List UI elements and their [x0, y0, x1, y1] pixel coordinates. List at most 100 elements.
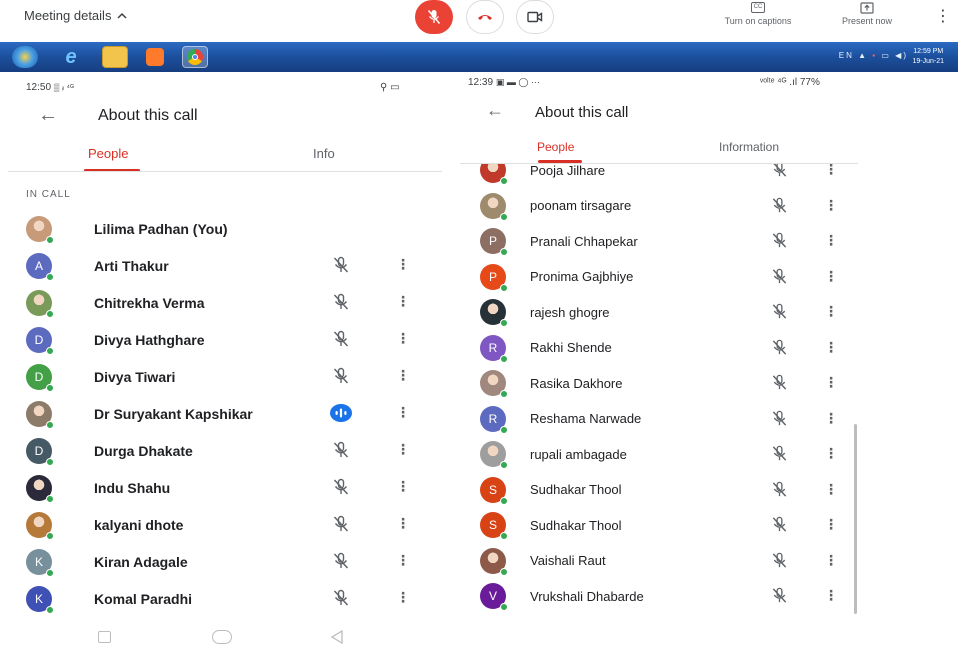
scrollbar-thumb[interactable] [854, 424, 857, 614]
system-tray[interactable]: EN ▲ ▪ ▭ ◀) [839, 51, 908, 60]
online-status-dot [500, 567, 508, 576]
participant-row[interactable]: P Pranali Chhapekar ⋮ [480, 224, 850, 258]
back-arrow-icon[interactable]: ← [486, 100, 504, 121]
participant-row[interactable]: V Vrukshali Dhabarde ⋮ [480, 579, 850, 613]
participant-more-icon[interactable]: ⋮ [396, 330, 410, 347]
online-status-dot [500, 212, 508, 221]
home-icon[interactable] [212, 630, 232, 644]
participant-more-icon[interactable]: ⋮ [396, 293, 410, 310]
participant-avatar: D [26, 363, 54, 392]
back-arrow-icon[interactable]: ← [38, 104, 58, 127]
participant-more-icon[interactable]: ⋮ [396, 589, 410, 606]
internet-explorer-icon[interactable]: e [58, 46, 84, 68]
media-player-icon[interactable] [142, 46, 168, 68]
participant-more-icon[interactable]: ⋮ [396, 478, 410, 495]
mic-muted-icon [773, 164, 787, 177]
participant-more-icon[interactable]: ⋮ [824, 303, 838, 320]
camera-toggle-button[interactable] [516, 0, 554, 34]
participant-more-icon[interactable]: ⋮ [396, 256, 410, 273]
participant-row[interactable]: S Sudhakar Thool ⋮ [480, 473, 850, 507]
participant-avatar [26, 474, 54, 503]
tab-people[interactable]: People [537, 140, 574, 154]
end-call-button[interactable] [466, 0, 504, 34]
participant-more-icon[interactable]: ⋮ [824, 410, 838, 427]
present-now-button[interactable]: Present now [832, 2, 902, 26]
participant-more-icon[interactable]: ⋮ [824, 268, 838, 285]
participant-avatar [26, 511, 54, 540]
more-options-icon[interactable]: ⋮ [935, 6, 951, 26]
participant-row[interactable]: Dr Suryakant Kapshikar ⋮ [26, 395, 431, 432]
participant-row[interactable]: A Arti Thakur ⋮ [26, 247, 431, 284]
participant-mute-status [770, 302, 790, 322]
participant-more-icon[interactable]: ⋮ [824, 232, 838, 249]
participant-row[interactable]: Rasika Dakhore ⋮ [480, 366, 850, 400]
right-phone-screen: 12:39 ▣ ▬ ◯ ··· ᵛᵒˡᵗᵉ ⁴ᴳ .ıl 77% ← About… [460, 74, 860, 614]
mic-muted-icon [772, 516, 787, 532]
recent-apps-icon[interactable] [98, 631, 111, 643]
participant-avatar [26, 400, 54, 429]
participant-row[interactable]: poonam tirsagare ⋮ [480, 189, 850, 223]
participant-row[interactable]: rajesh ghogre ⋮ [480, 295, 850, 329]
tab-people[interactable]: People [88, 146, 128, 161]
participant-name: Pranali Chhapekar [530, 233, 638, 249]
chrome-icon[interactable] [182, 46, 208, 68]
participant-name: Reshama Narwade [530, 411, 642, 426]
participant-row[interactable]: D Durga Dhakate ⋮ [26, 432, 431, 469]
mic-muted-icon [333, 589, 349, 606]
participant-row[interactable]: Chitrekha Verma ⋮ [26, 284, 431, 321]
participant-avatar: K [26, 585, 54, 614]
participant-more-icon[interactable]: ⋮ [824, 587, 838, 604]
participant-more-icon[interactable]: ⋮ [396, 441, 410, 458]
participant-more-icon[interactable]: ⋮ [396, 404, 410, 421]
phone-hangup-icon [478, 15, 492, 20]
participant-more-icon[interactable]: ⋮ [824, 445, 838, 462]
back-triangle-icon[interactable] [330, 630, 344, 644]
participant-row[interactable]: rupali ambagade ⋮ [480, 437, 850, 471]
participant-row[interactable]: Vaishali Raut ⋮ [480, 544, 850, 578]
taskbar-clock[interactable]: 12:59 PM 19-Jun-21 [912, 47, 944, 67]
mic-muted-icon [772, 587, 787, 603]
participant-more-icon[interactable]: ⋮ [824, 552, 838, 569]
participant-name: Vaishali Raut [530, 553, 606, 568]
participant-avatar: D [26, 326, 54, 355]
participant-row[interactable]: kalyani dhote ⋮ [26, 506, 431, 543]
tab-information[interactable]: Information [719, 140, 779, 154]
participant-row[interactable]: D Divya Tiwari ⋮ [26, 358, 431, 395]
tab-info[interactable]: Info [313, 146, 335, 161]
participant-row[interactable]: S Sudhakar Thool ⋮ [480, 508, 850, 542]
participant-row[interactable]: R Rakhi Shende ⋮ [480, 331, 850, 365]
meeting-details-button[interactable]: Meeting details [24, 8, 127, 23]
participant-more-icon[interactable]: ⋮ [824, 374, 838, 391]
participant-mute-status [770, 267, 790, 287]
online-status-dot [46, 272, 54, 281]
participant-avatar: A [26, 252, 54, 281]
participant-more-icon[interactable]: ⋮ [824, 516, 838, 533]
participant-row[interactable]: K Komal Paradhi ⋮ [26, 580, 431, 617]
participant-row[interactable]: R Reshama Narwade ⋮ [480, 402, 850, 436]
participant-more-icon[interactable]: ⋮ [824, 164, 838, 178]
mic-muted-icon [772, 374, 787, 390]
participant-more-icon[interactable]: ⋮ [396, 552, 410, 569]
online-status-dot [46, 605, 54, 614]
android-nav-bar [90, 628, 360, 648]
windows-start-icon[interactable] [12, 46, 38, 68]
participant-row[interactable]: Indu Shahu ⋮ [26, 469, 431, 506]
participant-row[interactable]: P Pronima Gajbhiye ⋮ [480, 260, 850, 294]
participant-row[interactable]: D Divya Hathghare ⋮ [26, 321, 431, 358]
participant-more-icon[interactable]: ⋮ [396, 515, 410, 532]
participant-more-icon[interactable]: ⋮ [396, 367, 410, 384]
participant-row[interactable]: Pooja Jilhare ⋮ [480, 164, 850, 187]
participant-name: Chitrekha Verma [94, 294, 205, 311]
closed-captions-icon: CC [751, 2, 765, 13]
online-status-dot [46, 346, 54, 355]
microphone-toggle-button[interactable] [415, 0, 453, 34]
participant-more-icon[interactable]: ⋮ [824, 481, 838, 498]
captions-button[interactable]: CC Turn on captions [718, 2, 798, 26]
participant-mute-status [770, 586, 790, 606]
participant-row[interactable]: K Kiran Adagale ⋮ [26, 543, 431, 580]
participant-more-icon[interactable]: ⋮ [824, 197, 838, 214]
online-status-dot [500, 283, 508, 292]
participant-row[interactable]: Lilima Padhan (You) [26, 210, 431, 247]
file-explorer-icon[interactable] [102, 46, 128, 68]
participant-more-icon[interactable]: ⋮ [824, 339, 838, 356]
